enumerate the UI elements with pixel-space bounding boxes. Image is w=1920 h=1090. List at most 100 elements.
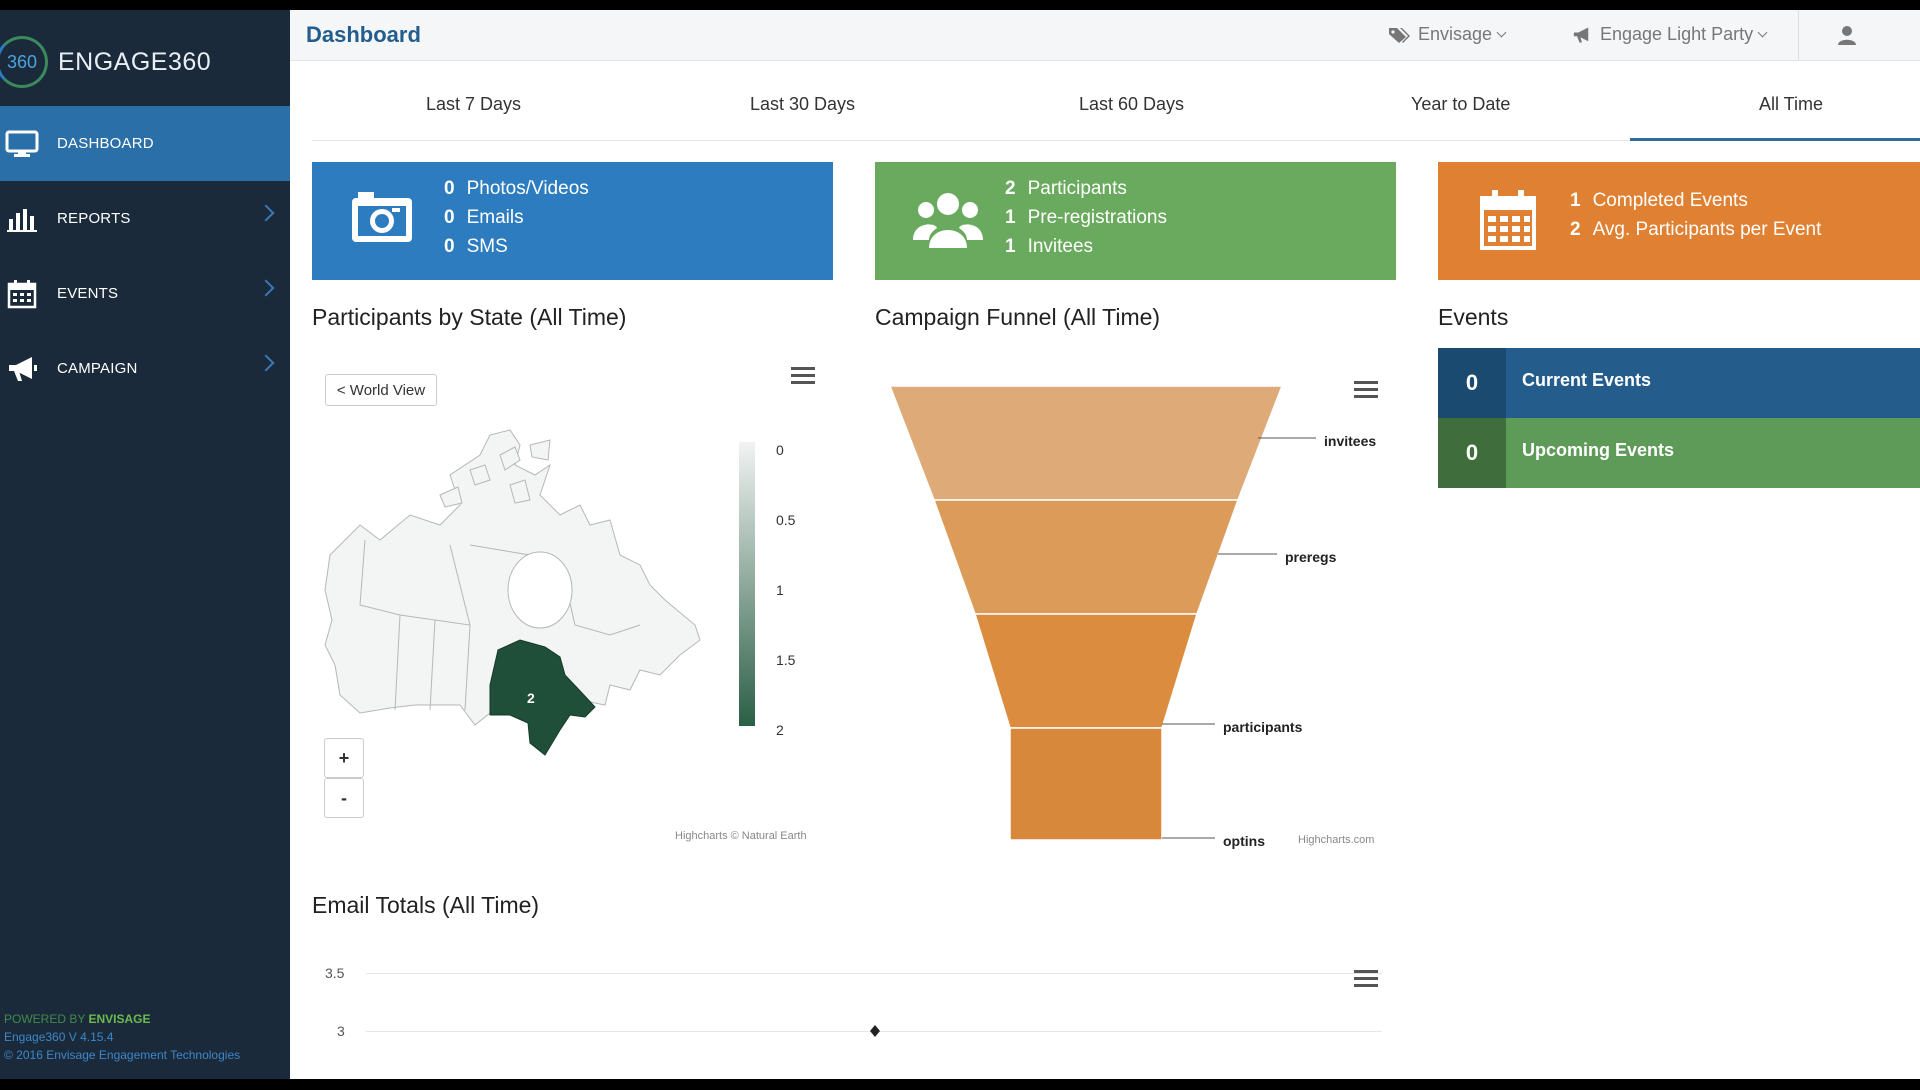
powered-by: POWERED BY ENVISAGE [4, 1010, 240, 1028]
data-point[interactable] [868, 1024, 882, 1038]
sidebar-nav: DASHBOARD REPORTS EVENTS CAMPAIGN [0, 106, 290, 406]
stat-value: 0 [444, 178, 455, 199]
legend-tick: 0 [776, 442, 784, 458]
funnel-segment-optins[interactable] [1009, 727, 1163, 841]
y-axis-tick: 3.5 [325, 965, 345, 981]
sidebar-item-dashboard[interactable]: DASHBOARD [0, 106, 290, 181]
tab-last-60-days[interactable]: Last 60 Days [1079, 94, 1184, 115]
upcoming-events-label: Upcoming Events [1522, 440, 1675, 460]
page-title: Dashboard [306, 22, 421, 47]
stat-sms: 0 SMS [444, 236, 508, 258]
legend-tick: 0.5 [776, 512, 796, 528]
stat-value: 0 [444, 236, 455, 257]
y-axis-tick: 3 [337, 1023, 345, 1039]
legend-tick: 1.5 [776, 652, 796, 668]
current-events-row[interactable]: 0 Current Events [1438, 348, 1920, 418]
megaphone-icon [2, 351, 42, 387]
stat-value: 2 [1570, 219, 1581, 240]
funnel-section-title: Campaign Funnel (All Time) [875, 304, 1161, 330]
tab-last-7-days[interactable]: Last 7 Days [426, 94, 521, 115]
chevron-right-icon [257, 279, 275, 297]
monitor-icon [2, 126, 42, 162]
zoom-out-button[interactable]: - [324, 778, 364, 818]
copyright: © 2016 Envisage Engagement Technologies [4, 1048, 241, 1062]
upcoming-events-count: 0 [1438, 418, 1506, 488]
stat-label: Emails [466, 207, 524, 228]
top-bar: Dashboard Envisage Engage Light Party [290, 10, 1920, 61]
funnel-segment-participants[interactable] [973, 613, 1199, 729]
funnel-credit[interactable]: Highcharts.com [1298, 834, 1374, 846]
stat-label: SMS [466, 236, 508, 257]
stat-card-participants: 2 Participants 1 Pre-registrations 1 Invite… [875, 162, 1396, 280]
zoom-in-button[interactable]: + [324, 738, 364, 778]
brand[interactable]: 360 ENGAGE360 [0, 32, 211, 92]
tab-year-to-date[interactable]: Year to Date [1411, 94, 1510, 115]
canada-map[interactable]: 2 [320, 425, 720, 765]
color-legend-bar [739, 442, 755, 726]
sidebar-item-campaign[interactable]: CAMPAIGN [0, 331, 290, 406]
chevron-down-icon [1496, 27, 1507, 38]
map-section-title: Participants by State (All Time) [312, 304, 627, 330]
legend-tick: 1 [776, 582, 784, 598]
chevron-down-icon [1757, 27, 1768, 38]
funnel-segment-invitees[interactable] [888, 385, 1284, 501]
tab-all-time[interactable]: All Time [1759, 94, 1823, 115]
funnel-label-optins: optins [1223, 833, 1265, 849]
sidebar-item-events[interactable]: EVENTS [0, 256, 290, 331]
chart-menu-icon[interactable] [791, 367, 815, 385]
tag-icon [1389, 27, 1410, 43]
stat-participants: 2 Participants [1005, 178, 1127, 200]
stat-preregistrations: 1 Pre-registrations [1005, 207, 1167, 229]
date-range-tabs: Last 7 Days Last 30 Days Last 60 Days Ye… [312, 72, 1920, 141]
funnel-label-preregs: preregs [1285, 549, 1337, 565]
region-value-label: 2 [527, 690, 535, 706]
sidebar: 360 ENGAGE360 DASHBOARD REPORTS EVENTS C… [0, 10, 290, 1079]
current-events-label: Current Events [1522, 370, 1652, 390]
tab-last-30-days[interactable]: Last 30 Days [750, 94, 855, 115]
stat-value: 2 [1005, 178, 1016, 199]
funnel-label-participants: participants [1223, 719, 1303, 735]
org-dropdown[interactable]: Envisage [1388, 24, 1507, 45]
stat-photos-videos: 0 Photos/Videos [444, 178, 589, 200]
header-divider [1798, 10, 1799, 60]
sidebar-item-label: CAMPAIGN [57, 360, 138, 377]
upcoming-events-row[interactable]: 0 Upcoming Events [1438, 418, 1920, 488]
campaign-dropdown[interactable]: Engage Light Party [1572, 24, 1768, 45]
sidebar-item-label: REPORTS [57, 210, 131, 227]
stat-completed-events: 1 Completed Events [1570, 190, 1748, 212]
powered-brand[interactable]: ENVISAGE [88, 1012, 150, 1026]
stat-value: 1 [1005, 236, 1016, 257]
stat-label: Completed Events [1592, 190, 1748, 211]
stat-invitees: 1 Invitees [1005, 236, 1093, 258]
funnel-label-invitees: invitees [1324, 433, 1376, 449]
stat-label: Participants [1027, 178, 1127, 199]
stat-value: 0 [444, 207, 455, 228]
stat-label: Invitees [1027, 236, 1094, 257]
stat-label: Avg. Participants per Event [1592, 219, 1822, 240]
users-icon [913, 188, 983, 257]
email-section-title: Email Totals (All Time) [312, 892, 540, 918]
map-credit[interactable]: Highcharts © Natural Earth [675, 830, 807, 842]
stat-card-media: 0 Photos/Videos 0 Emails 0 SMS [312, 162, 833, 280]
campaign-label: Engage Light Party [1600, 24, 1754, 44]
stat-card-events: 1 Completed Events 2 Avg. Participants per… [1438, 162, 1920, 280]
chevron-right-icon [257, 354, 275, 372]
brand-logo: 360 [0, 36, 48, 88]
chevron-right-icon [257, 204, 275, 222]
legend-tick: 2 [776, 722, 784, 738]
sidebar-item-label: EVENTS [57, 285, 119, 302]
stat-label: Pre-registrations [1027, 207, 1167, 228]
user-menu-button[interactable] [1836, 24, 1858, 51]
gridline [366, 973, 1382, 974]
world-view-button[interactable]: < World View [325, 374, 437, 406]
stat-avg-participants: 2 Avg. Participants per Event [1570, 219, 1821, 241]
sidebar-item-reports[interactable]: REPORTS [0, 181, 290, 256]
megaphone-icon [1573, 27, 1589, 42]
brand-name: ENGAGE360 [58, 47, 212, 76]
funnel-segment-preregs[interactable] [932, 499, 1240, 615]
user-icon [1838, 26, 1856, 45]
calendar-icon [1478, 188, 1538, 257]
app-version: Engage360 V 4.15.4 [4, 1030, 114, 1044]
funnel-chart: invitees preregs participants optins [888, 385, 1376, 849]
camera-icon [350, 188, 414, 251]
